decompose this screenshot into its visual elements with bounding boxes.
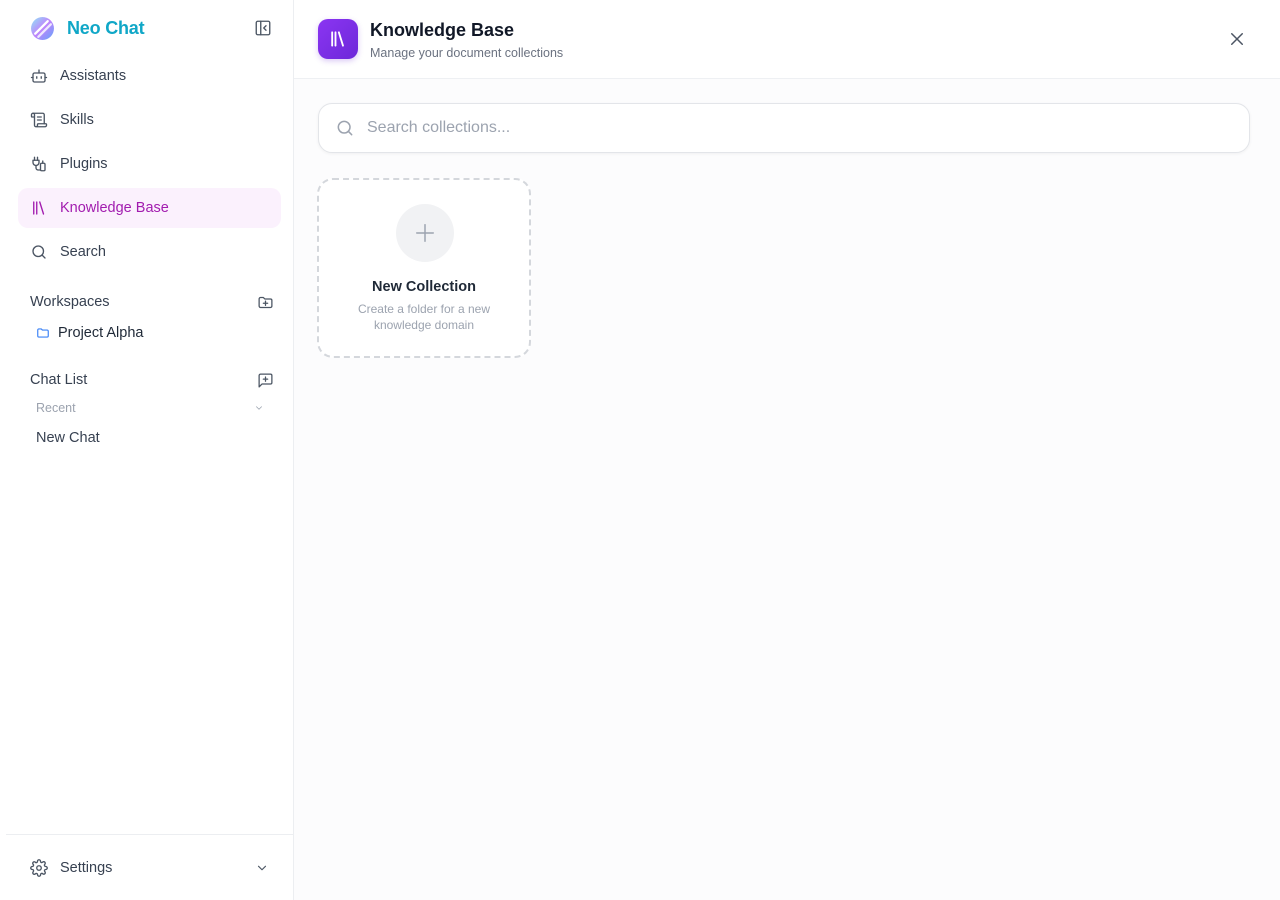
chat-list-item[interactable]: New Chat <box>36 430 100 450</box>
new-collection-card[interactable]: New Collection Create a folder for a new… <box>317 178 531 358</box>
sidebar-item-plugins[interactable]: Plugins <box>18 144 281 184</box>
search-icon <box>337 120 353 136</box>
chat-list-label: Chat List <box>30 372 88 388</box>
sidebar-collapse-icon[interactable] <box>254 19 272 37</box>
gear-icon <box>30 858 48 877</box>
search-icon <box>32 245 46 259</box>
plug-icon <box>32 156 46 172</box>
close-icon[interactable] <box>1228 30 1246 48</box>
folder-icon <box>37 328 49 338</box>
sidebar: Neo Chat Assistants Skills Plugins Knowl… <box>0 0 294 900</box>
sidebar-item-search[interactable]: Search <box>18 232 281 272</box>
scroll-icon <box>30 112 48 128</box>
settings-button[interactable]: Settings <box>6 834 293 900</box>
knowledge-base-badge <box>318 19 358 59</box>
neo-chat-logo-icon <box>31 16 54 40</box>
brand[interactable]: Neo Chat <box>30 15 274 41</box>
page-title: Knowledge Base <box>370 20 515 40</box>
plus-icon <box>416 224 434 242</box>
collection-search <box>318 103 1250 153</box>
plus-circle <box>396 204 454 262</box>
recent-group-toggle[interactable]: Recent <box>36 399 264 417</box>
folder-plus-icon[interactable] <box>257 294 274 311</box>
sidebar-item-label: Search <box>60 244 106 260</box>
workspaces-label: Workspaces <box>30 294 110 310</box>
settings-label: Settings <box>60 859 113 876</box>
sidebar-nav: Assistants Skills Plugins Knowledge Base… <box>18 56 281 276</box>
library-icon <box>331 31 344 47</box>
library-icon <box>33 201 45 215</box>
sidebar-item-assistants[interactable]: Assistants <box>18 56 281 96</box>
new-collection-title: New Collection <box>372 279 476 295</box>
chevron-down-icon <box>257 865 267 870</box>
search-input[interactable] <box>367 119 1249 137</box>
chat-list-header: Chat List <box>30 370 274 390</box>
panel-header: Knowledge Base Manage your document coll… <box>294 0 1280 79</box>
new-collection-description: Create a folder for a new knowledge doma… <box>357 302 491 332</box>
message-plus-icon[interactable] <box>257 372 274 389</box>
page-subtitle: Manage your document collections <box>370 46 564 60</box>
knowledge-base-panel: Knowledge Base Manage your document coll… <box>294 0 1280 900</box>
sidebar-item-label: Skills <box>60 112 94 128</box>
bot-icon <box>30 69 48 83</box>
sidebar-item-label: Assistants <box>60 68 127 84</box>
sidebar-item-skills[interactable]: Skills <box>18 100 281 140</box>
sidebar-item-label: Knowledge Base <box>60 200 169 216</box>
workspace-item[interactable]: Project Alpha <box>36 323 143 343</box>
recent-group-label: Recent <box>36 401 76 415</box>
brand-name: Neo Chat <box>67 17 145 38</box>
sidebar-item-knowledge-base[interactable]: Knowledge Base <box>18 188 281 228</box>
chevron-down-icon <box>256 406 262 410</box>
sidebar-item-label: Plugins <box>60 156 108 172</box>
workspace-item-label: Project Alpha <box>58 325 144 341</box>
workspaces-header: Workspaces <box>30 292 274 312</box>
